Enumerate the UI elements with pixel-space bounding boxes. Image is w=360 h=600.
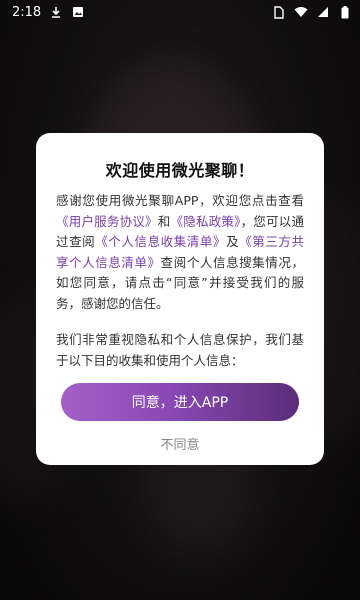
dialog-title: 欢迎使用微光聚聊！ [105, 161, 255, 180]
dialog-body: 感谢您使用微光聚聊APP，欢迎您点击查看《用户服务协议》和《隐私政策》，您可以通… [56, 191, 304, 371]
download-icon [49, 5, 63, 19]
disagree-button[interactable]: 不同意 [154, 433, 205, 454]
consent-text-4: 及 [226, 234, 240, 249]
user-agreement-link[interactable]: 《用户服务协议》 [56, 214, 158, 229]
consent-paragraph: 感谢您使用微光聚聊APP，欢迎您点击查看《用户服务协议》和《隐私政策》，您可以通… [56, 191, 304, 314]
sim-icon [272, 5, 286, 19]
battery-icon [338, 5, 352, 19]
wifi-icon [294, 5, 308, 19]
privacy-dialog: 欢迎使用微光聚聊！ 感谢您使用微光聚聊APP，欢迎您点击查看《用户服务协议》和《… [36, 133, 324, 465]
consent-text-1: 感谢您使用微光聚聊APP，欢迎您点击查看 [56, 193, 304, 208]
personal-info-list-link[interactable]: 《个人信息收集清单》 [95, 234, 226, 249]
image-icon [71, 5, 85, 19]
purpose-paragraph: 我们非常重视隐私和个人信息保护，我们基于以下目的收集和使用个人信息： [56, 332, 304, 368]
agree-button[interactable]: 同意，进入APP [61, 383, 299, 421]
signal-icon [316, 5, 330, 19]
consent-text-2: 和 [157, 213, 171, 229]
privacy-policy-link[interactable]: 《隐私政策》 [171, 214, 241, 229]
status-bar: 2:18 [0, 0, 360, 24]
status-time: 2:18 [12, 4, 42, 20]
